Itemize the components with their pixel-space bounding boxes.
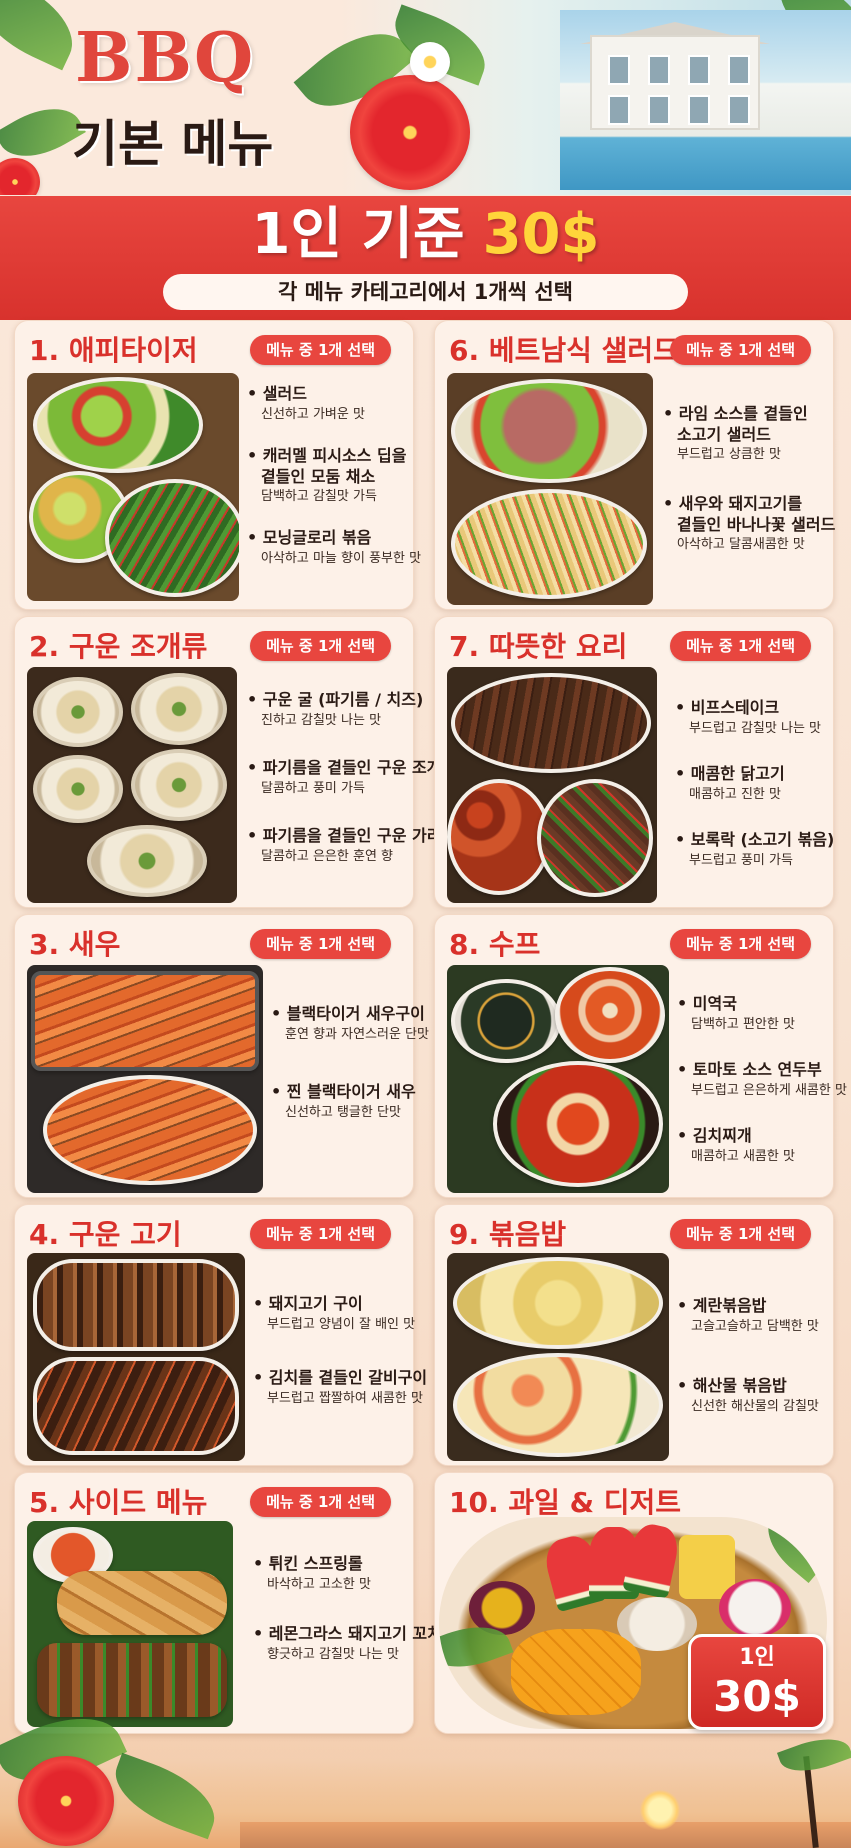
choose-one-badge: 메뉴 중 1개 선택 <box>250 631 391 661</box>
page-title: BBQ <box>75 18 256 98</box>
price-label: 1인 기준 <box>251 202 465 267</box>
category-title: 8. 수프 <box>449 928 541 961</box>
category-card-grilled-shellfish: 2. 구운 조개류 메뉴 중 1개 선택 구운 굴 (파기름 / 치즈) 진하고… <box>14 616 456 908</box>
sun-icon <box>640 1790 680 1830</box>
menu-item: 레몬그라스 돼지고기 꼬치 향긋하고 감칠맛 나는 맛 <box>253 1623 442 1665</box>
dish-photo <box>27 1253 245 1461</box>
choose-one-badge: 메뉴 중 1개 선택 <box>670 631 811 661</box>
badge-line1: 1인 <box>739 1645 775 1670</box>
dish-photo <box>447 667 657 903</box>
dish-photo <box>447 1253 669 1461</box>
menu-items: 비프스테이크 부드럽고 감칠맛 나는 맛 매콤한 닭고기 매콤하고 진한 맛 보… <box>675 697 834 891</box>
menu-item: 김치를 곁들인 갈비구이 부드럽고 짭짤하여 새콤한 맛 <box>253 1367 427 1409</box>
category-card-soup: 8. 수프 메뉴 중 1개 선택 미역국 담백하고 편안한 맛 토마토 소스 연… <box>434 914 847 1198</box>
menu-item: 라임 소스를 곁들인 소고기 샐러드 부드럽고 상큼한 맛 <box>663 403 835 465</box>
header: BBQ 기본 메뉴 <box>0 0 851 195</box>
category-title: 7. 따뜻한 요리 <box>449 630 628 663</box>
menu-item: 돼지고기 구이 부드럽고 양념이 잘 배인 맛 <box>253 1293 427 1335</box>
menu-item: 해산물 볶음밥 신선한 해산물의 감칠맛 <box>677 1375 819 1417</box>
menu-item: 샐러드 신선하고 가벼운 맛 <box>247 383 421 425</box>
category-card-vietnamese-salad: 6. 베트남식 샐러드 메뉴 중 1개 선택 라임 소스를 곁들인 소고기 샐러… <box>434 320 835 610</box>
menu-item: 미역국 담백하고 편안한 맛 <box>677 993 847 1035</box>
choose-one-badge: 메뉴 중 1개 선택 <box>250 1219 391 1249</box>
price-banner: 1인 기준 30$ 각 메뉴 카테고리에서 1개씩 선택 <box>0 196 851 320</box>
dish-photo <box>27 1521 233 1727</box>
palm-leaf-icon <box>754 1517 827 1584</box>
menu-item: 구운 굴 (파기름 / 치즈) 진하고 감칠맛 나는 맛 <box>247 689 456 731</box>
menu-item: 김치찌개 매콤하고 새콤한 맛 <box>677 1125 847 1167</box>
dish-photo <box>27 373 239 601</box>
choose-one-badge: 메뉴 중 1개 선택 <box>670 929 811 959</box>
category-card-appetizer: 1. 애피타이저 메뉴 중 1개 선택 샐러드 신선하고 가벼운 맛 캐러멜 피… <box>14 320 421 610</box>
menu-items: 구운 굴 (파기름 / 치즈) 진하고 감칠맛 나는 맛 파기름을 곁들인 구운… <box>247 689 456 887</box>
category-title: 10. 과일 & 디저트 <box>449 1486 682 1519</box>
category-card-shrimp: 3. 새우 메뉴 중 1개 선택 블랙타이거 새우구이 훈연 향과 자연스러운 … <box>14 914 429 1198</box>
menu-item: 새우와 돼지고기를 곁들인 바나나꽃 샐러드 아삭하고 달콤새콤한 맛 <box>663 493 835 555</box>
menu-item: 모닝글로리 볶음 아삭하고 마늘 향이 풍부한 맛 <box>247 527 421 569</box>
sunset-sea <box>240 1822 851 1848</box>
menu-item: 비프스테이크 부드럽고 감칠맛 나는 맛 <box>675 697 834 739</box>
menu-item: 블랙타이거 새우구이 훈연 향과 자연스러운 단맛 <box>271 1003 429 1045</box>
menu-item: 토마토 소스 연두부 부드럽고 은은하게 새콤한 맛 <box>677 1059 847 1101</box>
menu-items: 계란볶음밥 고슬고슬하고 담백한 맛 해산물 볶음밥 신선한 해산물의 감칠맛 <box>677 1295 819 1437</box>
menu-item: 보록락 (소고기 볶음) 부드럽고 풍미 가득 <box>675 829 834 871</box>
category-card-fried-rice: 9. 볶음밥 메뉴 중 1개 선택 계란볶음밥 고슬고슬하고 담백한 맛 해산물… <box>434 1204 834 1466</box>
choose-one-badge: 메뉴 중 1개 선택 <box>250 929 391 959</box>
menu-items: 라임 소스를 곁들인 소고기 샐러드 부드럽고 상큼한 맛 새우와 돼지고기를 … <box>663 403 835 575</box>
dragon-fruit <box>719 1579 791 1637</box>
category-card-hot-dishes: 7. 따뜻한 요리 메뉴 중 1개 선택 비프스테이크 부드럽고 감칠맛 나는 … <box>434 616 834 908</box>
dish-photo <box>447 965 669 1193</box>
menu-items: 미역국 담백하고 편안한 맛 토마토 소스 연두부 부드럽고 은은하게 새콤한 … <box>677 993 847 1187</box>
category-card-side-menu: 5. 사이드 메뉴 메뉴 중 1개 선택 튀킨 스프링롤 바삭하고 고소한 맛 … <box>14 1472 442 1734</box>
category-card-grilled-meat: 4. 구운 고기 메뉴 중 1개 선택 돼지고기 구이 부드럽고 양념이 잘 배… <box>14 1204 427 1466</box>
instruction-pill: 각 메뉴 카테고리에서 1개씩 선택 <box>163 274 688 310</box>
category-title: 5. 사이드 메뉴 <box>29 1486 208 1519</box>
menu-items: 블랙타이거 새우구이 훈연 향과 자연스러운 단맛 찐 블랙타이거 새우 신선하… <box>271 1003 429 1143</box>
choose-one-badge: 메뉴 중 1개 선택 <box>670 335 811 365</box>
category-title: 6. 베트남식 샐러드 <box>449 334 679 367</box>
dish-photo <box>27 667 237 903</box>
frangipani-flower-icon <box>410 42 450 82</box>
mango-cubes <box>511 1629 641 1715</box>
category-title: 4. 구운 고기 <box>29 1218 182 1251</box>
menu-item: 매콤한 닭고기 매콤하고 진한 맛 <box>675 763 834 805</box>
choose-one-badge: 메뉴 중 1개 선택 <box>250 1487 391 1517</box>
menu-items: 돼지고기 구이 부드럽고 양념이 잘 배인 맛 김치를 곁들인 갈비구이 부드럽… <box>253 1293 427 1429</box>
menu-item: 튀킨 스프링롤 바삭하고 고소한 맛 <box>253 1553 442 1595</box>
menu-items: 샐러드 신선하고 가벼운 맛 캐러멜 피시소스 딥을 곁들인 모둠 채소 담백하… <box>247 383 421 589</box>
price-badge: 1인 30$ <box>688 1634 826 1730</box>
menu-items: 튀킨 스프링롤 바삭하고 고소한 맛 레몬그라스 돼지고기 꼬치 향긋하고 감칠… <box>253 1553 442 1685</box>
villa-image <box>560 10 851 190</box>
dish-photo <box>447 373 653 605</box>
menu-item: 캐러멜 피시소스 딥을 곁들인 모둠 채소 담백하고 감칠맛 가득 <box>247 445 421 507</box>
menu-item: 파기름을 곁들인 구운 조개 달콤하고 풍미 가득 <box>247 757 456 799</box>
price-line: 1인 기준 30$ <box>0 196 851 274</box>
choose-one-badge: 메뉴 중 1개 선택 <box>670 1219 811 1249</box>
hibiscus-flower-icon <box>0 158 40 195</box>
dish-photo <box>27 965 263 1193</box>
hibiscus-flower-icon <box>18 1756 114 1846</box>
choose-one-badge: 메뉴 중 1개 선택 <box>250 335 391 365</box>
category-title: 2. 구운 조개류 <box>29 630 208 663</box>
page-subtitle: 기본 메뉴 <box>72 115 274 173</box>
category-title: 3. 새우 <box>29 928 121 961</box>
price-amount: 30$ <box>482 202 600 267</box>
menu-item: 계란볶음밥 고슬고슬하고 담백한 맛 <box>677 1295 819 1337</box>
badge-line2: 30$ <box>713 1672 801 1721</box>
menu-item: 파기름을 곁들인 구운 가리비 달콤하고 은은한 훈연 향 <box>247 825 456 867</box>
category-title: 9. 볶음밥 <box>449 1218 567 1251</box>
menu-item: 찐 블랙타이거 새우 신선하고 탱글한 단맛 <box>271 1081 429 1123</box>
category-title: 1. 애피타이저 <box>29 334 198 367</box>
hibiscus-flower-icon <box>350 75 470 190</box>
